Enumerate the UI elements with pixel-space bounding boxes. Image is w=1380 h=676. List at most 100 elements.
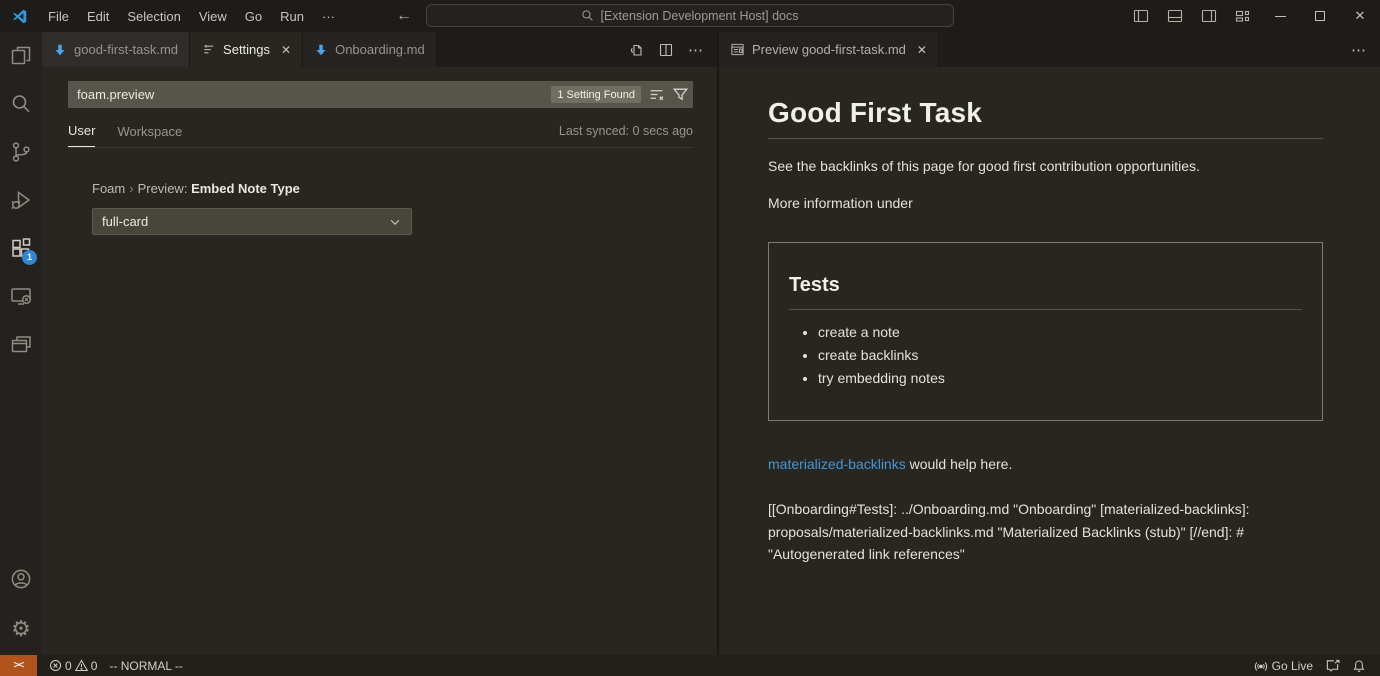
editor-group-preview: Preview good-first-task.md ✕ ⋯ Good Firs…: [717, 32, 1380, 655]
backlink-paragraph: materialized-backlinks would help here.: [768, 454, 1323, 474]
setting-title: Foam › Preview: Embed Note Type: [92, 181, 693, 196]
results-count-badge: 1 Setting Found: [551, 86, 641, 103]
left-editor-actions: ⋯: [623, 32, 717, 67]
materialized-backlinks-link[interactable]: materialized-backlinks: [768, 456, 906, 472]
setting-subcategory: Preview:: [138, 181, 188, 196]
setting-category: Foam: [92, 181, 125, 196]
list-item: try embedding notes: [818, 371, 1302, 386]
scope-tab-user[interactable]: User: [68, 120, 95, 147]
menu-view[interactable]: View: [190, 5, 236, 28]
chevron-down-icon: [388, 215, 402, 229]
windows-panel-icon[interactable]: [0, 320, 42, 368]
markdown-preview: Good First Task See the backlinks of thi…: [719, 67, 1380, 655]
tab-good-first-task[interactable]: good-first-task.md: [42, 32, 190, 67]
notifications-bell-icon[interactable]: [1346, 655, 1372, 676]
status-bar-right: Go Live: [1248, 655, 1380, 676]
feedback-icon[interactable]: [1319, 655, 1346, 676]
extensions-icon[interactable]: 1: [0, 224, 42, 272]
problems-status[interactable]: 0 0: [43, 655, 103, 676]
broadcast-icon: [1254, 659, 1268, 673]
command-center-search[interactable]: [Extension Development Host] docs: [426, 4, 954, 27]
tab-preview-good-first-task[interactable]: Preview good-first-task.md ✕: [719, 32, 939, 67]
open-settings-json-icon[interactable]: [623, 37, 649, 63]
menu-selection[interactable]: Selection: [118, 5, 189, 28]
menu-overflow-icon[interactable]: ···: [313, 5, 344, 28]
vscode-window: File Edit Selection View Go Run ··· ← → …: [0, 0, 1380, 676]
filter-settings-icon[interactable]: [672, 86, 689, 103]
command-center-title: [Extension Development Host] docs: [600, 9, 798, 23]
settings-scope-row: User Workspace Last synced: 0 secs ago: [68, 120, 693, 148]
page-title: Good First Task: [768, 97, 1323, 139]
warning-count: 0: [91, 659, 98, 673]
remote-explorer-icon[interactable]: [0, 272, 42, 320]
more-actions-icon[interactable]: ⋯: [683, 37, 709, 63]
search-icon: [581, 9, 594, 22]
menu-file[interactable]: File: [39, 5, 78, 28]
more-actions-icon[interactable]: ⋯: [1346, 37, 1372, 63]
intro-paragraph: See the backlinks of this page for good …: [768, 156, 1323, 176]
link-references-paragraph: [[Onboarding#Tests]: ../Onboarding.md "O…: [768, 498, 1323, 566]
titlebar-controls: ✕: [1124, 0, 1380, 32]
nav-back-icon[interactable]: ←: [396, 7, 412, 25]
list-item: create a note: [818, 325, 1302, 340]
right-editor-actions: ⋯: [1346, 32, 1380, 67]
menu-run[interactable]: Run: [271, 5, 313, 28]
tab-label: Preview good-first-task.md: [752, 42, 906, 57]
embedded-note-card: Tests create a note create backlinks try…: [768, 242, 1323, 421]
activity-bar: 1 ⚙: [0, 32, 42, 655]
right-tab-bar: Preview good-first-task.md ✕ ⋯: [719, 32, 1380, 67]
toggle-sidebar-icon[interactable]: [1124, 0, 1158, 32]
markdown-file-icon: [53, 43, 67, 57]
settings-gear-icon[interactable]: ⚙: [0, 603, 42, 655]
source-control-icon[interactable]: [0, 128, 42, 176]
setting-item-embed-note-type: Foam › Preview: Embed Note Type full-card: [92, 181, 693, 235]
card-list: create a note create backlinks try embed…: [789, 325, 1302, 386]
vim-mode-indicator[interactable]: -- NORMAL --: [103, 655, 189, 676]
tab-settings[interactable]: Settings ✕: [190, 32, 303, 67]
setting-name: Embed Note Type: [191, 181, 300, 196]
account-icon[interactable]: [0, 555, 42, 603]
menu-bar: File Edit Selection View Go Run ···: [39, 5, 344, 28]
window-minimize-button[interactable]: [1260, 0, 1300, 32]
breadcrumb-separator: ›: [129, 181, 133, 196]
embed-note-type-select[interactable]: full-card: [92, 208, 412, 235]
search-view-icon[interactable]: [0, 80, 42, 128]
window-close-button[interactable]: ✕: [1340, 0, 1380, 32]
editor-group-settings: good-first-task.md Settings ✕ Onboarding…: [42, 32, 717, 655]
tab-onboarding[interactable]: Onboarding.md: [303, 32, 437, 67]
select-value: full-card: [102, 214, 148, 229]
extensions-badge: 1: [22, 250, 37, 265]
split-editor-icon[interactable]: [653, 37, 679, 63]
toggle-secondary-sidebar-icon[interactable]: [1192, 0, 1226, 32]
go-live-label: Go Live: [1272, 659, 1313, 673]
error-icon: [49, 659, 62, 672]
settings-search-controls: 1 Setting Found: [551, 81, 689, 108]
settings-sliders-icon: [201, 42, 216, 57]
menu-go[interactable]: Go: [236, 5, 271, 28]
clear-search-filters-icon[interactable]: [648, 86, 665, 103]
settings-search-bar: 1 Setting Found: [68, 81, 693, 108]
explorer-icon[interactable]: [0, 32, 42, 80]
card-title: Tests: [789, 274, 1302, 310]
vscode-logo-icon: [11, 7, 29, 25]
scope-tab-workspace[interactable]: Workspace: [117, 121, 182, 147]
customize-layout-icon[interactable]: [1226, 0, 1260, 32]
tab-close-icon[interactable]: ✕: [281, 43, 291, 57]
markdown-file-icon: [314, 43, 328, 57]
status-bar: >< 0 0 -- NORMAL -- Go Live: [0, 655, 1380, 676]
menu-edit[interactable]: Edit: [78, 5, 118, 28]
window-maximize-button[interactable]: [1300, 0, 1340, 32]
toggle-panel-icon[interactable]: [1158, 0, 1192, 32]
left-tab-bar: good-first-task.md Settings ✕ Onboarding…: [42, 32, 717, 67]
tab-close-icon[interactable]: ✕: [917, 43, 927, 57]
remote-indicator[interactable]: ><: [0, 655, 37, 676]
warning-icon: [75, 659, 88, 672]
run-debug-icon[interactable]: [0, 176, 42, 224]
last-synced-label: Last synced: 0 secs ago: [559, 124, 693, 144]
tab-label: good-first-task.md: [74, 42, 178, 57]
tab-label: Settings: [223, 42, 270, 57]
go-live-button[interactable]: Go Live: [1248, 655, 1319, 676]
workbench: 1 ⚙ good-first-task.md: [0, 32, 1380, 655]
list-item: create backlinks: [818, 348, 1302, 363]
tab-label: Onboarding.md: [335, 42, 425, 57]
